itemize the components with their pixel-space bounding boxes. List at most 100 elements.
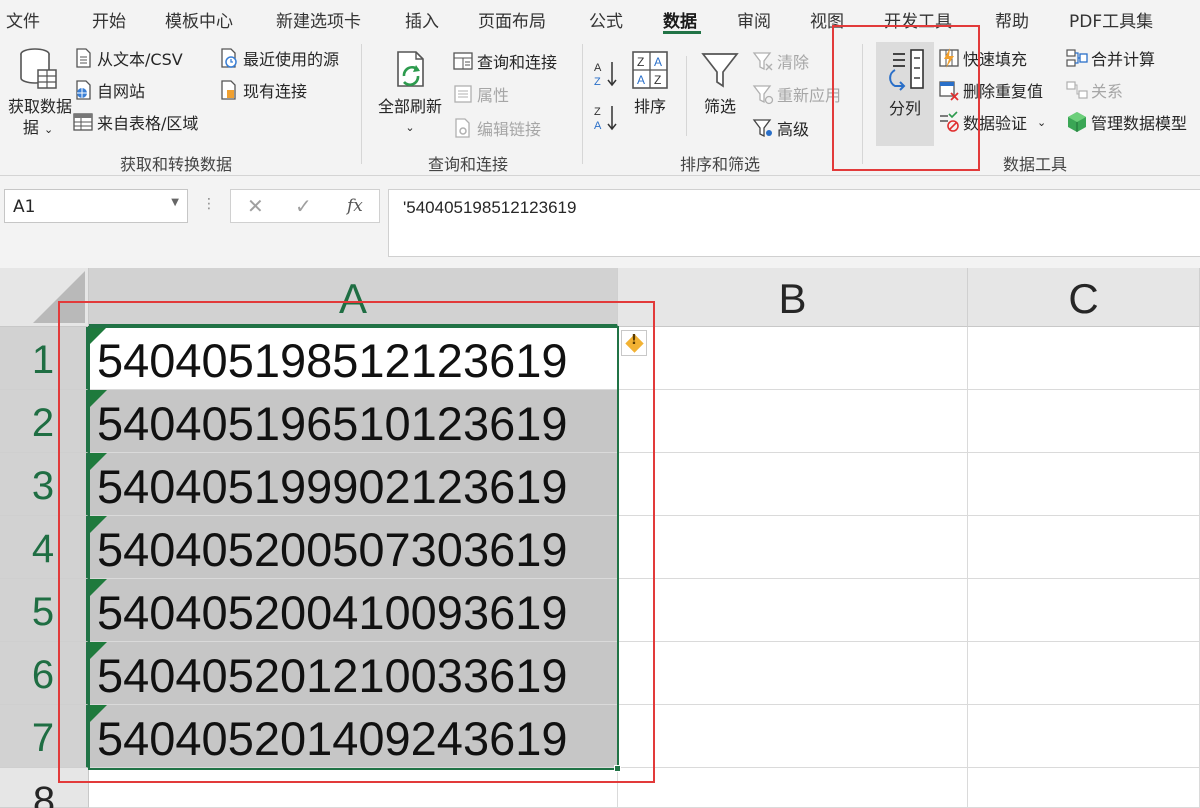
cell-b2[interactable]: [618, 390, 968, 453]
data-model-cube-icon: [1066, 111, 1088, 133]
chevron-down-icon[interactable]: ▼: [171, 197, 179, 208]
reapply-button[interactable]: 重新应用: [752, 81, 841, 107]
tab-help[interactable]: 帮助: [995, 7, 1029, 32]
column-header-c[interactable]: C: [968, 268, 1200, 327]
insert-function-icon[interactable]: fx: [347, 196, 363, 216]
filter-button[interactable]: 筛选: [698, 48, 742, 117]
consolidate-button[interactable]: 合并计算: [1066, 45, 1155, 71]
from-table-range-label: 来自表格/区域: [97, 114, 199, 133]
svg-text:A: A: [654, 55, 662, 69]
queries-connections-button[interactable]: 查询和连接: [452, 48, 557, 74]
cell-b6[interactable]: [618, 642, 968, 705]
advanced-filter-button[interactable]: 高级: [752, 115, 809, 141]
sort-descending-button[interactable]: ZA: [592, 102, 623, 134]
text-file-icon: [72, 47, 94, 69]
cell-c7[interactable]: [968, 705, 1200, 768]
from-text-csv-button[interactable]: 从文本/CSV: [72, 45, 183, 71]
column-header-b[interactable]: B: [618, 268, 968, 327]
svg-text:A: A: [594, 62, 602, 74]
tab-data[interactable]: 数据: [663, 7, 697, 32]
cell-c1[interactable]: [968, 327, 1200, 390]
cell-b5[interactable]: [618, 579, 968, 642]
edit-links-icon: [452, 117, 474, 139]
edit-links-label: 编辑链接: [477, 120, 542, 139]
manage-data-model-label: 管理数据模型: [1091, 114, 1188, 133]
group-label-sort-filter: 排序和筛选: [680, 155, 761, 174]
consolidate-icon: [1066, 47, 1088, 69]
get-data-label-line2: 据: [22, 118, 39, 137]
group-label-data-tools: 数据工具: [1003, 155, 1068, 174]
sort-ascending-button[interactable]: AZ: [592, 58, 623, 90]
connection-file-icon: [218, 79, 240, 101]
advanced-filter-icon: [752, 117, 774, 139]
properties-button[interactable]: 属性: [452, 81, 509, 107]
filter-funnel-icon: [700, 48, 740, 92]
from-web-button[interactable]: 自网站: [72, 77, 145, 103]
consolidate-label: 合并计算: [1091, 50, 1156, 69]
database-icon: [18, 46, 58, 92]
sort-button[interactable]: Z A A Z 排序: [628, 48, 672, 117]
cell-c5[interactable]: [968, 579, 1200, 642]
queries-connections-label: 查询和连接: [477, 53, 558, 72]
cell-c8[interactable]: [968, 768, 1200, 808]
cell-b7[interactable]: [618, 705, 968, 768]
group-separator: [582, 44, 583, 164]
existing-connections-button[interactable]: 现有连接: [218, 77, 307, 103]
ribbon-tab-bar: 文件 开始 模板中心 新建选项卡 插入 页面布局 公式 数据 审阅 视图 开发工…: [0, 0, 1200, 36]
tab-formulas[interactable]: 公式: [589, 7, 623, 32]
group-label-get-transform: 获取和转换数据: [120, 155, 233, 174]
edit-links-button[interactable]: 编辑链接: [452, 115, 541, 141]
queries-pane-icon: [452, 50, 474, 72]
group-separator: [686, 56, 687, 136]
cell-c4[interactable]: [968, 516, 1200, 579]
text-to-columns-highlight: [832, 25, 980, 171]
relationships-button[interactable]: 关系: [1066, 77, 1123, 103]
tab-home[interactable]: 开始: [92, 7, 126, 32]
tab-insert[interactable]: 插入: [405, 7, 439, 32]
get-data-button[interactable]: 获取数据 据 ⌄: [8, 46, 72, 140]
refresh-all-button[interactable]: 全部刷新 ⌄: [374, 48, 446, 138]
from-web-label: 自网站: [97, 82, 146, 101]
cell-c6[interactable]: [968, 642, 1200, 705]
tab-review[interactable]: 审阅: [737, 7, 771, 32]
manage-data-model-button[interactable]: 管理数据模型: [1066, 109, 1187, 135]
recent-sources-button[interactable]: 最近使用的源: [218, 45, 339, 71]
filter-label: 筛选: [703, 97, 736, 116]
formula-input[interactable]: '540405198512123619: [388, 189, 1200, 257]
clear-filter-button[interactable]: 清除: [752, 48, 809, 74]
svg-text:Z: Z: [654, 73, 661, 87]
from-table-range-button[interactable]: 来自表格/区域: [72, 109, 198, 135]
chevron-down-icon[interactable]: ⌄: [1037, 116, 1046, 129]
formula-buttons: ✕ ✓ fx: [230, 189, 380, 223]
relationships-label: 关系: [1091, 82, 1124, 101]
cell-b8[interactable]: [618, 768, 968, 808]
name-box[interactable]: A1 ▼: [4, 189, 188, 223]
tab-file[interactable]: 文件: [6, 7, 40, 32]
svg-text:A: A: [637, 73, 645, 87]
clear-filter-icon: [752, 50, 774, 72]
tab-pdf-tools[interactable]: PDF工具集: [1069, 7, 1153, 32]
clear-filter-label: 清除: [777, 53, 810, 72]
sort-az-icon: AZ: [592, 59, 620, 89]
relationships-icon: [1066, 79, 1088, 101]
tab-new-tab[interactable]: 新建选项卡: [276, 7, 361, 32]
cell-b4[interactable]: [618, 516, 968, 579]
web-globe-icon: [72, 79, 94, 101]
sort-dialog-icon: Z A A Z: [630, 48, 670, 92]
cell-b1[interactable]: [618, 327, 968, 390]
more-dots-icon[interactable]: ⋮: [202, 196, 216, 212]
tab-page-layout[interactable]: 页面布局: [478, 7, 546, 32]
group-label-queries: 查询和连接: [428, 155, 509, 174]
cell-c2[interactable]: [968, 390, 1200, 453]
enter-check-icon[interactable]: ✓: [295, 194, 312, 218]
svg-text:Z: Z: [594, 106, 601, 118]
refresh-all-label: 全部刷新: [377, 97, 442, 116]
reapply-icon: [752, 83, 774, 105]
cell-b3[interactable]: [618, 453, 968, 516]
cancel-icon[interactable]: ✕: [247, 194, 264, 218]
recent-clock-icon: [218, 47, 240, 69]
cell-c3[interactable]: [968, 453, 1200, 516]
tab-templates[interactable]: 模板中心: [165, 7, 233, 32]
recent-sources-label: 最近使用的源: [243, 50, 340, 69]
svg-text:Z: Z: [637, 55, 644, 69]
